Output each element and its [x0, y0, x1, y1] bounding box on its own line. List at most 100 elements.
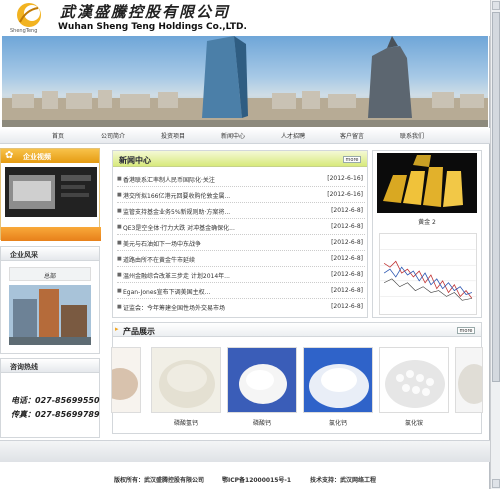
product-image[interactable]: [379, 347, 449, 413]
logo-text: ShengTeng: [10, 28, 38, 34]
news-item-date: [2012-6-8]: [331, 255, 363, 262]
hotline-panel: 咨询热线 电话：027-85699550 传真：027-85699789: [0, 358, 100, 438]
banner-image: [2, 36, 488, 127]
news-item[interactable]: ■ 监管支持基金业务5%新规则助·方案将... [2012-6-8]: [117, 204, 365, 219]
product-caption[interactable]: 氯化铵: [379, 418, 449, 427]
news-header: 新闻中心 more: [113, 151, 367, 167]
bullet-icon: ■: [117, 240, 122, 246]
style-title: 企业风采: [1, 247, 99, 261]
news-item-title[interactable]: 监管支持基金业务5%新规则助·方案将...: [123, 207, 308, 216]
product-caption[interactable]: 氯化钙: [303, 418, 373, 427]
product-photo-1: [152, 348, 220, 412]
product-photo-4: [380, 348, 448, 412]
video-player[interactable]: [5, 167, 97, 217]
news-item-title[interactable]: QE3是空全体·行力大跌 对冲基金确保化...: [123, 223, 308, 232]
news-item-date: [2012-6-8]: [331, 303, 363, 310]
style-caption: 总部: [9, 267, 91, 281]
bullet-icon: ■: [117, 304, 122, 310]
news-item[interactable]: ■ Egan-Jones宣布下调美国主权... [2012-6-8]: [117, 284, 365, 299]
product-photo-5: [456, 348, 482, 412]
products-more-button[interactable]: more: [457, 327, 475, 334]
video-controls[interactable]: [1, 227, 101, 241]
footer-icp[interactable]: 鄂ICP备12000015号-1: [222, 475, 291, 484]
footer-copyright: 版权所有：武汉盛腾控股有限公司: [114, 477, 205, 484]
news-item-title[interactable]: 证监会：今年筹建全国性场外交易市场: [123, 303, 308, 312]
phone-label: 电话：: [11, 396, 35, 405]
bullet-icon: ■: [117, 192, 122, 198]
nav-contact[interactable]: 联系我们: [400, 131, 424, 140]
news-item-title[interactable]: 美元与石油如下一场中东战争: [123, 239, 308, 248]
scroll-down-arrow-icon[interactable]: [492, 479, 500, 488]
nav-messages[interactable]: 客户留言: [340, 131, 364, 140]
bullet-icon: ■: [117, 176, 122, 182]
product-image[interactable]: [227, 347, 297, 413]
news-item-title[interactable]: 道路由所不在黄金牛市延续: [123, 255, 308, 264]
nav-home[interactable]: 首页: [52, 131, 64, 140]
product-caption[interactable]: 磷酸氢钙: [151, 418, 221, 427]
bullet-icon: ■: [117, 208, 122, 214]
news-title: 新闻中心: [119, 156, 151, 165]
video-thumbnail: [5, 167, 97, 217]
news-item-title[interactable]: Egan-Jones宣布下调美国主权...: [123, 287, 308, 296]
news-item[interactable]: ■ 道路由所不在黄金牛市延续 [2012-6-8]: [117, 252, 365, 267]
price-chart-image[interactable]: [379, 233, 477, 315]
news-panel: 新闻中心 more ■ 香港联系汇率制人民币国际化·关注 [2012-6-16] ■…: [112, 150, 368, 318]
right-image-panel: 黄金 2: [372, 150, 482, 318]
site-header: ShengTeng 武漢盛騰控股有限公司 Wuhan Sheng Teng Ho…: [0, 0, 490, 36]
news-item-date: [2012-6-8]: [331, 271, 363, 278]
news-item-date: [2012-6-8]: [331, 223, 363, 230]
news-item-title[interactable]: 香港联系汇率制人民币国际化·关注: [123, 175, 308, 184]
news-item-date: [2012-6-8]: [331, 207, 363, 214]
video-panel: ✿ 企业视频: [0, 148, 101, 241]
product-image[interactable]: [111, 347, 141, 413]
product-image[interactable]: [455, 347, 483, 413]
gold-caption: 黄金 2: [418, 219, 436, 226]
video-title: ✿ 企业视频: [1, 149, 99, 163]
products-header: ▸ 产品展示 more: [113, 323, 481, 337]
bullet-icon: ■: [117, 224, 122, 230]
bullet-icon: ■: [117, 288, 122, 294]
news-item[interactable]: ■ 香港联系汇率制人民币国际化·关注 [2012-6-16]: [117, 172, 365, 187]
news-item[interactable]: ■ 证监会：今年筹建全国性场外交易市场 [2012-6-8]: [117, 300, 365, 315]
news-item-title[interactable]: 温州金融综合改革三步走 计划2014年...: [123, 271, 308, 280]
company-name-cn: 武漢盛騰控股有限公司: [60, 3, 231, 21]
nav-projects[interactable]: 投资项目: [161, 131, 185, 140]
vertical-scrollbar[interactable]: [490, 0, 500, 489]
product-caption[interactable]: 磷酸钙: [227, 418, 297, 427]
news-item-date: [2012-6-8]: [331, 287, 363, 294]
product-image[interactable]: [303, 347, 373, 413]
news-item[interactable]: ■ 温州金融综合改革三步走 计划2014年... [2012-6-8]: [117, 268, 365, 283]
bullet-icon: ■: [117, 272, 122, 278]
news-item[interactable]: ■ QE3是空全体·行力大跌 对冲基金确保化... [2012-6-8]: [117, 220, 365, 235]
news-more-button[interactable]: more: [343, 156, 361, 163]
news-item-date: [2012-6-16]: [327, 175, 363, 182]
video-title-text: 企业视频: [23, 153, 51, 161]
fax-row: 传真：027-85699789: [11, 409, 100, 420]
scroll-up-arrow-icon[interactable]: [492, 1, 500, 10]
browser-page: ShengTeng 武漢盛騰控股有限公司 Wuhan Sheng Teng Ho…: [0, 0, 490, 489]
headquarters-photo: [9, 285, 91, 345]
news-item-title[interactable]: 港交所拟166亿港元回要收购伦敦金属...: [123, 191, 308, 200]
nav-about[interactable]: 公司简介: [101, 131, 125, 140]
scroll-thumb[interactable]: [492, 12, 500, 382]
company-logo-icon: [17, 3, 41, 27]
phone-row: 电话：027-85699550: [11, 395, 100, 406]
product-photo-3: [304, 348, 372, 412]
fax-number: 027-85699789: [35, 410, 100, 419]
phone-number: 027-85699550: [35, 396, 100, 405]
fax-label: 传真：: [11, 410, 35, 419]
product-image[interactable]: [151, 347, 221, 413]
products-panel: ▸ 产品展示 more 磷酸氢钙 磷酸钙 氯化钙 氯化铵: [111, 322, 483, 434]
product-photo-2: [228, 348, 296, 412]
nav-news[interactable]: 新闻中心: [221, 131, 245, 140]
news-item[interactable]: ■ 港交所拟166亿港元回要收购伦敦金属... [2012-6-16]: [117, 188, 365, 203]
gold-bars-image[interactable]: [377, 153, 477, 213]
footer-bar: [0, 440, 490, 462]
flower-icon: ✿: [5, 150, 14, 161]
city-skyline-image: [2, 36, 488, 127]
news-item[interactable]: ■ 美元与石油如下一场中东战争 [2012-6-8]: [117, 236, 365, 251]
news-item-date: [2012-6-8]: [331, 239, 363, 246]
nav-careers[interactable]: 人才招聘: [281, 131, 305, 140]
company-name-en: Wuhan Sheng Teng Holdings Co.,LTD.: [58, 22, 247, 32]
company-style-panel: 企业风采 总部: [0, 246, 100, 354]
